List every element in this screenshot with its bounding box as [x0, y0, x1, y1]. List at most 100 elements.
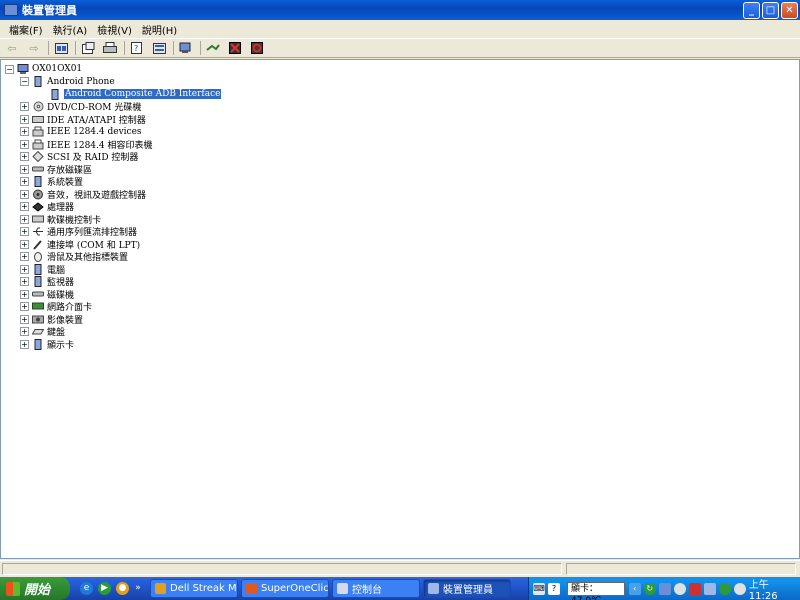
chrome-icon	[155, 583, 166, 594]
svg-text:?: ?	[134, 44, 138, 53]
title-bar[interactable]: 裝置管理員 _ □ ✕	[0, 0, 800, 20]
tree-item[interactable]: + SCSI 及 RAID 控制器	[5, 151, 799, 163]
refresh-icon[interactable]: ↻	[643, 582, 656, 595]
expand-toggle[interactable]: +	[20, 227, 29, 237]
collapse-toggle[interactable]: −	[20, 77, 29, 87]
close-button[interactable]: ✕	[781, 1, 798, 19]
expand-toggle[interactable]: +	[20, 139, 29, 149]
tree-item[interactable]: + IEEE 1284.4 devices	[5, 126, 799, 139]
expand-toggle[interactable]: +	[20, 252, 29, 262]
maximize-button[interactable]: □	[762, 1, 779, 19]
expand-toggle[interactable]: +	[20, 214, 29, 224]
expand-toggle[interactable]: +	[20, 264, 29, 274]
tree-item[interactable]: + 存放磁碟區	[5, 163, 799, 176]
device-tree[interactable]: − OX01OX01 − Android Phone Android Compo…	[0, 59, 800, 559]
forward-icon[interactable]: ⇨	[26, 41, 42, 55]
tree-item[interactable]: + 電腦	[5, 263, 799, 276]
tree-item[interactable]: + 顯示卡	[5, 338, 799, 351]
network-icon[interactable]	[658, 582, 671, 595]
expand-toggle[interactable]: +	[20, 314, 29, 324]
volume-icon[interactable]	[703, 582, 716, 595]
update-driver-icon[interactable]	[205, 41, 221, 55]
expand-toggle[interactable]: +	[20, 339, 29, 349]
uninstall-icon[interactable]	[227, 41, 243, 55]
expand-toggle[interactable]: +	[20, 102, 29, 112]
settings-icon[interactable]	[673, 582, 686, 595]
tree-item-label: 監視器	[47, 278, 75, 289]
collapse-toggle[interactable]: −	[5, 64, 14, 74]
gpu-temperature[interactable]: 顯卡：47.0℃	[567, 581, 625, 600]
tree-item-android-phone[interactable]: − Android Phone	[5, 76, 799, 89]
print-icon[interactable]	[102, 41, 118, 55]
properties-icon[interactable]	[80, 41, 96, 55]
tree-item-adb-interface[interactable]: Android Composite ADB Interface	[5, 88, 799, 101]
expand-toggle[interactable]: +	[20, 152, 29, 162]
back-icon[interactable]: ⇦	[4, 41, 20, 55]
expand-toggle[interactable]: +	[20, 177, 29, 187]
tree-item[interactable]: + 音效，視訊及遊戲控制器	[5, 188, 799, 201]
toolbar-separator	[124, 41, 125, 55]
clock[interactable]: 上午 11:26	[749, 576, 794, 600]
expand-toggle[interactable]: +	[20, 114, 29, 124]
menu-help[interactable]: 說明(H)	[137, 22, 182, 37]
expand-toggle[interactable]: +	[20, 202, 29, 212]
status-cell	[566, 563, 796, 575]
menu-action[interactable]: 執行(A)	[48, 22, 93, 37]
ie-icon[interactable]: e	[80, 582, 93, 595]
expand-toggle[interactable]: +	[20, 289, 29, 299]
tree-item[interactable]: + 鍵盤	[5, 326, 799, 338]
task-button[interactable]: 控制台	[332, 579, 420, 598]
tree-item-label: DVD/CD-ROM 光碟機	[47, 103, 142, 114]
start-button[interactable]: 開始	[0, 577, 70, 600]
task-button-active[interactable]: 裝置管理員	[423, 579, 511, 598]
minimize-button[interactable]: _	[743, 1, 760, 19]
tree-item[interactable]: + 處理器	[5, 201, 799, 213]
tree-item-label: 電腦	[47, 265, 66, 276]
chrome-icon[interactable]: ●	[116, 582, 129, 595]
expand-toggle[interactable]: +	[20, 189, 29, 199]
tree-item-label: 軟碟機控制卡	[47, 215, 102, 226]
tree-item[interactable]: + 網路介面卡	[5, 301, 799, 313]
expand-toggle[interactable]: +	[20, 239, 29, 249]
tree-item[interactable]: + 磁碟機	[5, 288, 799, 301]
disable-icon[interactable]	[249, 41, 265, 55]
expand-toggle[interactable]: +	[20, 302, 29, 312]
superoneclick-icon	[246, 583, 257, 594]
view-icon[interactable]	[53, 41, 69, 55]
tree-item[interactable]: + DVD/CD-ROM 光碟機	[5, 101, 799, 114]
tree-item[interactable]: + 連接埠 (COM 和 LPT)	[5, 238, 799, 251]
tree-item[interactable]: + 監視器	[5, 276, 799, 289]
help-icon[interactable]: ?	[129, 41, 145, 55]
security-icon[interactable]	[688, 582, 701, 595]
task-button[interactable]: Dell Streak M...	[150, 579, 238, 598]
show-icon[interactable]	[151, 41, 167, 55]
keyboard-layout-icon[interactable]: ⌨	[533, 582, 545, 595]
expand-toggle[interactable]: +	[20, 327, 29, 337]
tree-root[interactable]: − OX01OX01	[5, 63, 799, 76]
update-icon[interactable]	[718, 582, 731, 595]
expand-toggle[interactable]: +	[20, 277, 29, 287]
tree-item[interactable]: + IDE ATA/ATAPI 控制器	[5, 113, 799, 126]
tree-item[interactable]: + 影像裝置	[5, 313, 799, 326]
toolbar: ⇦ ⇨ ?	[0, 38, 800, 58]
expand-toggle[interactable]: +	[20, 164, 29, 174]
task-button[interactable]: SuperOneClick	[241, 579, 329, 598]
chevron-right-icon[interactable]: »	[134, 582, 142, 595]
menu-file[interactable]: 檔案(F)	[4, 22, 48, 37]
media-player-icon[interactable]: ▶	[98, 582, 111, 595]
help-icon[interactable]: ?	[548, 582, 560, 595]
tree-item[interactable]: + 系統裝置	[5, 176, 799, 188]
tree-item[interactable]: + 軟碟機控制卡	[5, 213, 799, 226]
expand-toggle[interactable]: +	[20, 127, 29, 137]
computer-icon	[17, 63, 29, 75]
scan-hardware-icon[interactable]	[178, 41, 194, 55]
display-adapter-icon	[32, 338, 44, 350]
menu-view[interactable]: 檢視(V)	[92, 22, 137, 37]
clock-app-icon[interactable]	[733, 582, 746, 595]
network-adapter-icon	[32, 301, 44, 312]
tree-item[interactable]: + 通用序列匯流排控制器	[5, 226, 799, 238]
tree-item[interactable]: + IEEE 1284.4 相容印表機	[5, 138, 799, 151]
tree-item[interactable]: + 滑鼠及其他指標裝置	[5, 251, 799, 263]
ieee-device-icon	[32, 126, 44, 137]
chevron-left-icon[interactable]: ‹	[628, 582, 641, 595]
